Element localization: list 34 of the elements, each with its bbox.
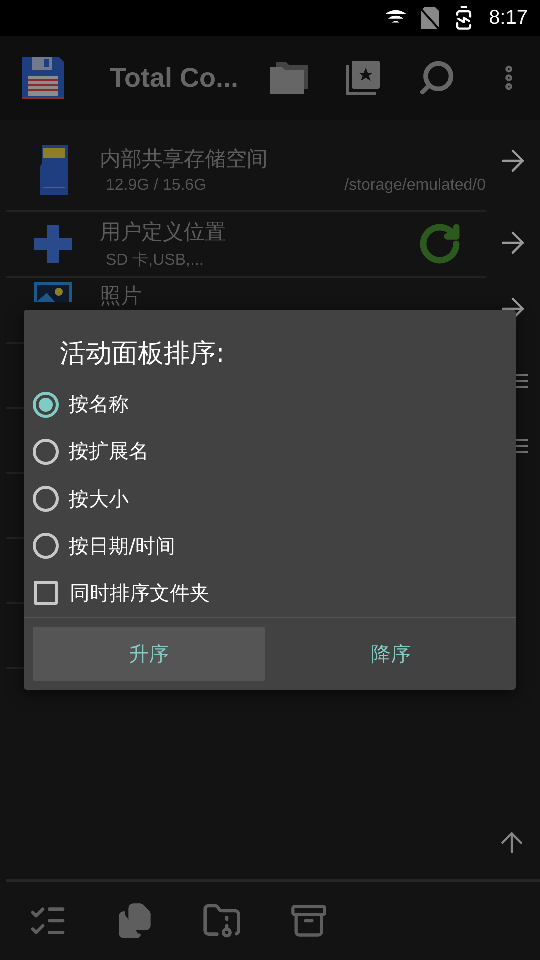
checkbox-label: 同时排序文件夹 <box>70 580 210 607</box>
dialog-title: 活动面板排序: <box>60 338 225 371</box>
location-row[interactable]: 用户定义位置 SD 卡,USB,... <box>6 212 486 278</box>
location-detail: SD 卡,USB,... <box>106 250 204 270</box>
picture-icon <box>34 282 72 302</box>
no-sim-icon <box>421 7 440 29</box>
lines-icon <box>514 374 528 388</box>
radio-button[interactable] <box>33 533 59 560</box>
refresh-icon[interactable] <box>418 222 462 266</box>
radio-button[interactable] <box>33 438 59 465</box>
search-icon[interactable] <box>418 59 456 97</box>
location-detail: 12.9G / 15.6G <box>106 177 207 195</box>
option-label: 按名称 <box>69 391 129 418</box>
app-title: Total Co... <box>110 62 240 94</box>
option-label: 按大小 <box>69 486 129 512</box>
plus-icon <box>34 225 72 263</box>
file-icon[interactable] <box>116 902 154 940</box>
location-name: 照片 <box>100 283 143 310</box>
location-name: 内部共享存储空间 <box>100 146 269 173</box>
option-label: 按日期/时间 <box>69 532 176 560</box>
option-label: 按扩展名 <box>69 438 149 466</box>
clock-time: 8:17 <box>489 6 528 30</box>
location-row[interactable]: 内部共享存储空间 12.9G / 15.6G /storage/emulated/0 <box>6 130 486 212</box>
sort-button[interactable]: 升序 <box>33 627 265 682</box>
location-path: /storage/emulated/0 <box>344 177 486 195</box>
location-name: 用户定义位置 <box>100 218 227 246</box>
sort-button[interactable]: 降序 <box>275 627 507 682</box>
radio-button[interactable] <box>33 392 59 418</box>
star-folder-icon[interactable] <box>346 61 380 95</box>
archive-icon[interactable] <box>290 902 328 940</box>
lines-icon <box>514 439 528 453</box>
folders-icon[interactable] <box>270 62 308 94</box>
checkbox[interactable] <box>34 581 58 606</box>
radio-button[interactable] <box>33 486 59 512</box>
